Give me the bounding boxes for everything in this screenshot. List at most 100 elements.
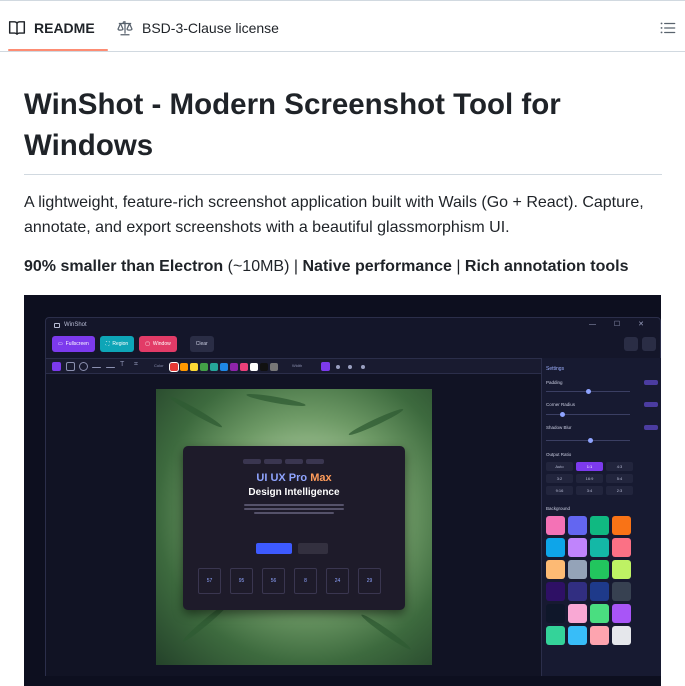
outline-list-icon[interactable] [659, 19, 677, 37]
background-swatch [568, 516, 587, 535]
window-icon: ▢ [145, 341, 150, 347]
stat-tile: 57 [198, 568, 221, 594]
background-swatch [546, 516, 565, 535]
fullscreen-label: Fullscreen [65, 341, 89, 347]
ratio-option: Auto [546, 462, 573, 471]
padding-slider [546, 389, 630, 394]
window-controls: — ☐ ✕ [588, 321, 652, 328]
stat-tile: 56 [262, 568, 285, 594]
highlight-size-note: (~10MB) | [223, 258, 303, 275]
nav-pill [243, 459, 261, 464]
page-title: WinShot - Modern Screenshot Tool for Win… [24, 88, 561, 162]
leaf-shape [245, 391, 307, 409]
background-swatch [568, 560, 587, 579]
highlight-performance: Native performance [302, 258, 452, 275]
ratio-option: 1:1 [576, 462, 603, 471]
monitor-icon: ▭ [58, 341, 63, 347]
color-swatch [250, 363, 258, 371]
corner-radius-label: Corner Radius [546, 402, 576, 407]
app-screenshot: WinShot — ☐ ✕ ▭ Fullscreen ⛶ Region ▢ Windo… [24, 295, 661, 686]
shadow-blur-value-badge [644, 425, 658, 430]
color-swatch [169, 362, 179, 372]
width-small-option [321, 362, 330, 371]
stat-tile: 24 [326, 568, 349, 594]
nav-pill [264, 459, 282, 464]
background-swatch [590, 604, 609, 623]
background-label: Background [546, 506, 571, 511]
leaf-shape [168, 394, 224, 430]
app-logo-icon [54, 322, 60, 328]
background-swatch [590, 516, 609, 535]
color-swatch [180, 363, 188, 371]
width-medium-option [336, 365, 340, 369]
ellipse-tool-icon [79, 362, 88, 371]
card-secondary-button [298, 543, 328, 554]
corner-radius-value-badge [644, 402, 658, 407]
text-tool-icon: T [120, 361, 125, 368]
width-large-option [348, 365, 352, 369]
card-title-main: UI UX Pro [256, 472, 311, 484]
screenshot-bottom-strip [24, 676, 661, 686]
settings-heading: Settings [546, 366, 565, 372]
chevron-down-icon [642, 337, 656, 351]
background-swatch [568, 582, 587, 601]
clear-label: Clear [195, 341, 208, 347]
book-icon [8, 19, 26, 37]
arrow-tool-icon [106, 367, 115, 368]
shadow-blur-slider-knob [588, 438, 593, 443]
background-swatch [568, 604, 587, 623]
clear-button: Clear [189, 336, 214, 352]
ratio-option: 4:3 [606, 462, 633, 471]
padding-slider-knob [586, 389, 591, 394]
tab-readme-label: README [34, 20, 95, 36]
nav-pill [285, 459, 303, 464]
app-title-bar: WinShot [54, 322, 87, 328]
shadow-blur-slider [546, 438, 630, 443]
output-ratio-label: Output Ratio [546, 452, 572, 457]
color-swatch [210, 363, 218, 371]
background-swatch [546, 626, 565, 645]
stat-tile: 8 [294, 568, 317, 594]
color-swatch [220, 363, 228, 371]
line-tool-icon [92, 367, 101, 368]
width-xlarge-option [361, 365, 365, 369]
corner-radius-slider [546, 412, 630, 417]
ratio-option: 5:4 [606, 474, 633, 483]
leaf-shape [359, 612, 413, 652]
project-description: A lightweight, feature-rich screenshot a… [24, 194, 644, 236]
tab-license-label: BSD-3-Clause license [142, 20, 279, 36]
stat-tile: 29 [358, 568, 381, 594]
background-swatch [612, 582, 631, 601]
editor-canvas: UI UX Pro Max Design Intelligence 57 95 56… [46, 374, 541, 686]
scale-icon [116, 19, 134, 37]
region-button: ⛶ Region [99, 336, 135, 352]
background-swatch [590, 582, 609, 601]
background-swatch [590, 626, 609, 645]
background-swatch [546, 582, 565, 601]
app-window: WinShot — ☐ ✕ ▭ Fullscreen ⛶ Region ▢ Windo… [45, 317, 661, 686]
color-swatch [270, 363, 278, 371]
region-label: Region [112, 341, 129, 347]
tab-license[interactable]: BSD-3-Clause license [116, 5, 279, 51]
background-swatch [612, 604, 631, 623]
heading-divider [24, 174, 662, 175]
settings-panel: Settings Padding Corner Radius Shadow Bl… [541, 358, 661, 686]
feature-highlights: 90% smaller than Electron (~10MB) | Nati… [24, 255, 674, 279]
width-label: Width [292, 363, 303, 368]
window-button: ▢ Window [139, 336, 177, 352]
pointer-tool-icon [52, 362, 61, 371]
color-swatch [240, 363, 248, 371]
ratio-option: 2:3 [606, 486, 633, 495]
window-label: Window [152, 341, 171, 347]
background-swatch [612, 560, 631, 579]
stat-tile: 95 [230, 568, 253, 594]
ratio-option: 3:4 [576, 486, 603, 495]
leaf-shape [347, 406, 405, 438]
nav-pill [306, 459, 324, 464]
ratio-option: 9:16 [546, 486, 573, 495]
background-swatch [612, 538, 631, 557]
rectangle-tool-icon [66, 362, 75, 371]
background-swatch [546, 560, 565, 579]
screenshot-background-photo: UI UX Pro Max Design Intelligence 57 95 56… [156, 389, 432, 665]
tab-readme[interactable]: README [8, 5, 108, 51]
